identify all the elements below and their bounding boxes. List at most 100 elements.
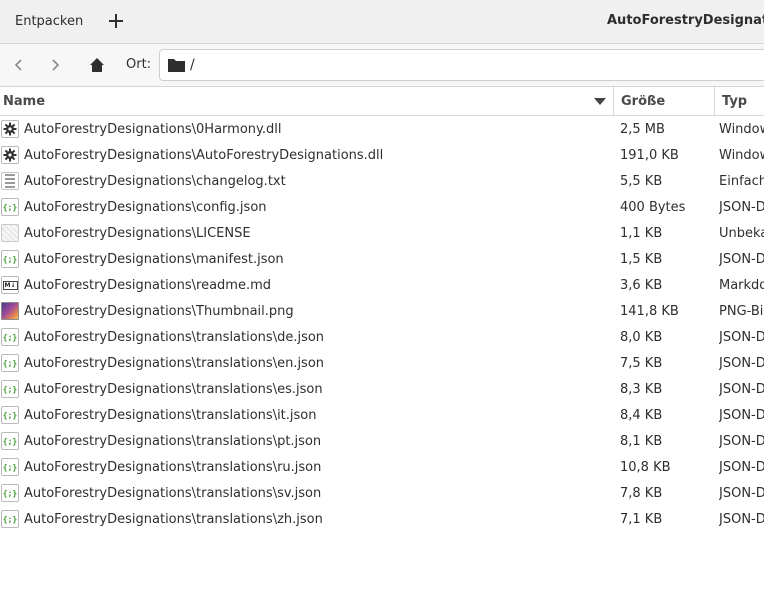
file-row[interactable]: AutoForestryDesignations\Thumbnail.png 14… xyxy=(0,298,764,324)
gear-icon xyxy=(1,142,19,168)
file-row[interactable]: {;} AutoForestryDesignations\config.json 4… xyxy=(0,194,764,220)
column-header: Name Größe Typ xyxy=(0,87,764,116)
chevron-left-icon xyxy=(14,59,22,71)
text-file-icon xyxy=(1,168,19,194)
location-field[interactable]: / xyxy=(159,49,764,81)
file-name: AutoForestryDesignations\translations\it… xyxy=(24,407,317,423)
file-row[interactable]: AutoForestryDesignations\AutoForestryDes… xyxy=(0,142,764,168)
image-file-icon xyxy=(1,298,19,324)
file-name: AutoForestryDesignations\translations\de… xyxy=(24,329,325,345)
file-row[interactable]: AutoForestryDesignations\changelog.txt 5,… xyxy=(0,168,764,194)
plus-icon xyxy=(109,14,123,28)
file-name: AutoForestryDesignations\translations\pt… xyxy=(24,433,322,449)
file-name: AutoForestryDesignations\translations\sv… xyxy=(24,485,322,501)
file-name: AutoForestryDesignations\Thumbnail.png xyxy=(24,303,294,319)
column-size-label: Größe xyxy=(621,94,666,109)
file-size: 7,5 KB xyxy=(620,355,663,371)
file-type: JSON-D xyxy=(719,381,764,397)
file-row[interactable]: {;} AutoForestryDesignations\translations… xyxy=(0,376,764,402)
json-file-icon: {;} xyxy=(1,350,19,376)
file-size: 7,8 KB xyxy=(620,485,663,501)
file-size: 7,1 KB xyxy=(620,511,663,527)
json-file-icon: {;} xyxy=(1,324,19,350)
file-type: JSON-D xyxy=(719,251,764,267)
home-icon xyxy=(90,58,104,72)
back-button[interactable] xyxy=(5,52,33,78)
add-files-button[interactable] xyxy=(102,7,130,35)
file-type: Windows xyxy=(719,121,764,137)
file-name: AutoForestryDesignations\AutoForestryDes… xyxy=(24,147,384,163)
file-size: 8,0 KB xyxy=(620,329,663,345)
file-row[interactable]: {;} AutoForestryDesignations\translations… xyxy=(0,350,764,376)
file-size: 10,8 KB xyxy=(620,459,671,475)
file-name: AutoForestryDesignations\translations\ru… xyxy=(24,459,322,475)
file-type: Markdo xyxy=(719,277,764,293)
file-row[interactable]: {;} AutoForestryDesignations\translations… xyxy=(0,506,764,532)
file-row[interactable]: {;} AutoForestryDesignations\translations… xyxy=(0,324,764,350)
markdown-file-icon: M↓ xyxy=(1,272,19,298)
extract-button[interactable]: Entpacken xyxy=(6,7,92,35)
file-size: 191,0 KB xyxy=(620,147,679,163)
location-label: Ort: xyxy=(126,57,152,72)
column-name-header[interactable]: Name xyxy=(0,87,614,116)
file-size: 8,1 KB xyxy=(620,433,663,449)
unknown-file-icon xyxy=(1,220,19,246)
file-row[interactable]: {;} AutoForestryDesignations\translations… xyxy=(0,480,764,506)
file-row[interactable]: {;} AutoForestryDesignations\translations… xyxy=(0,402,764,428)
file-row[interactable]: {;} AutoForestryDesignations\translations… xyxy=(0,428,764,454)
chevron-right-icon xyxy=(52,59,60,71)
location-bar: Ort: / xyxy=(0,44,764,87)
file-size: 2,5 MB xyxy=(620,121,665,137)
file-type: JSON-D xyxy=(719,459,764,475)
file-row[interactable]: AutoForestryDesignations\LICENSE 1,1 KB Un… xyxy=(0,220,764,246)
json-file-icon: {;} xyxy=(1,506,19,532)
file-list: AutoForestryDesignations\0Harmony.dll 2,5… xyxy=(0,116,764,532)
file-size: 8,3 KB xyxy=(620,381,663,397)
file-row[interactable]: {;} AutoForestryDesignations\translations… xyxy=(0,454,764,480)
json-file-icon: {;} xyxy=(1,428,19,454)
file-name: AutoForestryDesignations\readme.md xyxy=(24,277,272,293)
file-type: JSON-D xyxy=(719,355,764,371)
sort-descending-icon xyxy=(594,98,606,105)
column-type-label: Typ xyxy=(722,94,748,109)
file-size: 1,5 KB xyxy=(620,251,663,267)
file-type: PNG-Bil xyxy=(719,303,764,319)
json-file-icon: {;} xyxy=(1,402,19,428)
file-type: Unbeka xyxy=(719,225,764,241)
gear-icon xyxy=(1,116,19,142)
file-type: JSON-D xyxy=(719,329,764,345)
column-name-label: Name xyxy=(3,94,46,109)
file-name: AutoForestryDesignations\config.json xyxy=(24,199,267,215)
file-row[interactable]: {;} AutoForestryDesignations\manifest.jso… xyxy=(0,246,764,272)
file-type: Windows xyxy=(719,147,764,163)
column-type-header[interactable]: Typ xyxy=(715,87,764,116)
file-row[interactable]: AutoForestryDesignations\0Harmony.dll 2,5… xyxy=(0,116,764,142)
json-file-icon: {;} xyxy=(1,480,19,506)
extract-button-label: Entpacken xyxy=(15,13,84,29)
json-file-icon: {;} xyxy=(1,194,19,220)
file-type: Einfache xyxy=(719,173,764,189)
header-bar: Entpacken AutoForestryDesignations xyxy=(0,0,764,44)
json-file-icon: {;} xyxy=(1,246,19,272)
file-size: 5,5 KB xyxy=(620,173,663,189)
home-button[interactable] xyxy=(83,52,111,78)
folder-icon xyxy=(168,59,185,72)
file-row[interactable]: M↓ AutoForestryDesignations\readme.md 3,6 … xyxy=(0,272,764,298)
location-path: / xyxy=(190,57,195,73)
file-size: 400 Bytes xyxy=(620,199,686,215)
json-file-icon: {;} xyxy=(1,376,19,402)
file-name: AutoForestryDesignations\translations\zh… xyxy=(24,511,323,527)
file-name: AutoForestryDesignations\manifest.json xyxy=(24,251,284,267)
column-size-header[interactable]: Größe xyxy=(614,87,715,116)
file-name: AutoForestryDesignations\0Harmony.dll xyxy=(24,121,282,137)
file-type: JSON-D xyxy=(719,511,764,527)
file-size: 3,6 KB xyxy=(620,277,663,293)
file-type: JSON-D xyxy=(719,199,764,215)
window-title: AutoForestryDesignations xyxy=(607,13,764,28)
file-name: AutoForestryDesignations\changelog.txt xyxy=(24,173,286,189)
file-type: JSON-D xyxy=(719,485,764,501)
forward-button[interactable] xyxy=(41,52,69,78)
file-type: JSON-D xyxy=(719,433,764,449)
json-file-icon: {;} xyxy=(1,454,19,480)
file-name: AutoForestryDesignations\LICENSE xyxy=(24,225,251,241)
